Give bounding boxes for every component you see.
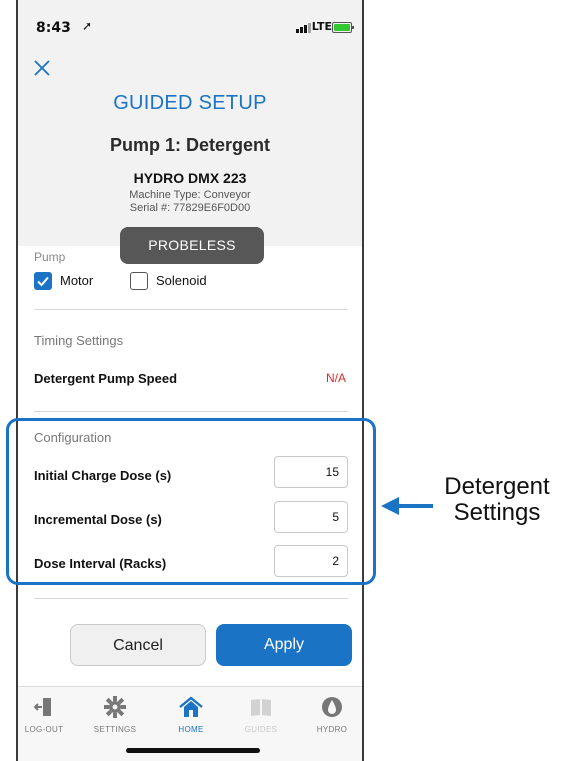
divider: [34, 309, 348, 310]
timing-section-title: Timing Settings: [34, 333, 124, 348]
tab-guides[interactable]: GUIDES: [231, 695, 291, 734]
tab-hydro[interactable]: HYDRO: [302, 695, 362, 734]
checkmark-icon: [37, 276, 49, 287]
tab-logout[interactable]: LOG-OUT: [18, 695, 74, 734]
motor-checkbox[interactable]: [34, 272, 52, 290]
tab-label: HOME: [178, 725, 204, 734]
pump-name: Pump 1: Detergent: [109, 135, 271, 155]
probeless-badge: PROBELESS: [120, 227, 264, 264]
battery-icon: [332, 22, 354, 33]
gear-icon: [85, 695, 145, 719]
cancel-button[interactable]: Cancel: [70, 624, 206, 666]
book-icon: [231, 695, 291, 719]
detergent-settings-callout: Detergent Settings: [432, 474, 562, 526]
pump-speed-label: Detergent Pump Speed: [34, 371, 178, 386]
network-label: LTE: [311, 20, 332, 33]
logout-icon: [18, 695, 74, 719]
arrow-left-icon: [381, 497, 433, 515]
signal-icon: [296, 23, 311, 33]
home-indicator: [126, 748, 260, 753]
callout-line-1: Detergent: [444, 473, 550, 500]
status-time: 8:43: [36, 20, 71, 36]
location-icon: ➚: [82, 19, 93, 33]
machine-model: HYDRO DMX 223: [133, 170, 247, 186]
tab-home[interactable]: HOME: [161, 695, 221, 734]
tab-label: LOG-OUT: [24, 725, 64, 734]
machine-serial: Serial #: 77829E6F0D00: [129, 202, 251, 214]
pump-speed-value: N/A: [325, 371, 346, 385]
divider: [34, 411, 348, 412]
tab-label: HYDRO: [316, 725, 348, 734]
tab-label: SETTINGS: [93, 725, 137, 734]
pump-section-label: Pump: [34, 250, 66, 264]
configuration-highlight-box: [6, 418, 376, 585]
page-title: GUIDED SETUP: [113, 92, 267, 114]
tab-label: GUIDES: [244, 725, 278, 734]
apply-button[interactable]: Apply: [216, 624, 352, 666]
tab-settings[interactable]: SETTINGS: [85, 695, 145, 734]
status-bar: 8:43 ➚ LTE: [18, 0, 362, 46]
solenoid-label: Solenoid: [156, 273, 207, 288]
home-icon: [161, 695, 221, 719]
phone-screen: 8:43 ➚ LTE GUIDED SETUP Pump 1: Detergen…: [16, 0, 364, 761]
motor-label: Motor: [60, 273, 94, 288]
close-icon[interactable]: [32, 58, 52, 78]
solenoid-checkbox[interactable]: [130, 272, 148, 290]
machine-type: Machine Type: Conveyor: [129, 189, 251, 201]
hydro-logo-icon: [302, 695, 362, 719]
divider: [34, 598, 348, 599]
callout-line-2: Settings: [453, 499, 541, 526]
